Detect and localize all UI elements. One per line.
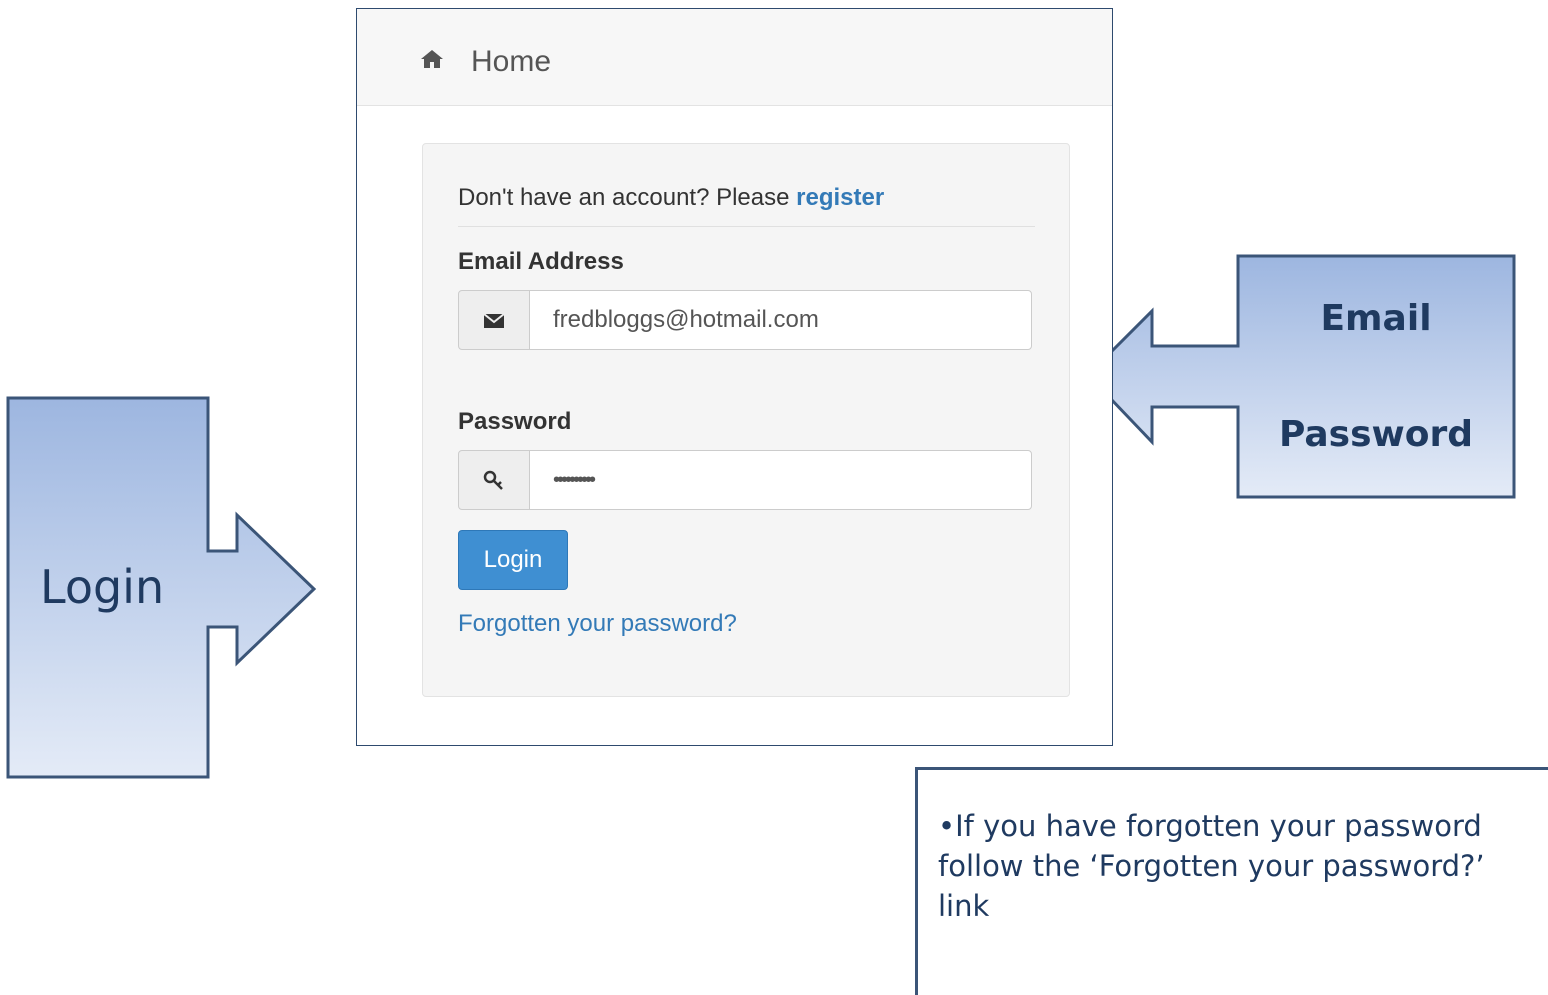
register-prompt-text: Don't have an account? Please <box>458 184 790 211</box>
password-input-group <box>458 450 1032 510</box>
register-link[interactable]: register <box>796 184 884 211</box>
email-input-group <box>458 290 1032 350</box>
email-addon <box>458 290 530 350</box>
top-navbar: Home <box>357 9 1112 106</box>
key-icon <box>483 470 503 490</box>
divider <box>458 226 1035 227</box>
email-callout-label: Email <box>1320 298 1432 339</box>
login-callout-label: Login <box>40 560 165 614</box>
home-icon <box>421 50 443 68</box>
password-label: Password <box>458 408 572 435</box>
password-field[interactable] <box>529 450 1032 510</box>
email-field[interactable] <box>529 290 1032 350</box>
forgot-password-link[interactable]: Forgotten your password? <box>458 610 737 638</box>
home-link[interactable]: Home <box>471 45 551 79</box>
envelope-icon <box>483 313 505 328</box>
email-password-callout-arrow <box>1085 254 1516 499</box>
email-label: Email Address <box>458 248 624 275</box>
register-prompt: Don't have an account? Please register <box>458 184 884 212</box>
login-screenshot: Home Don't have an account? Please regis… <box>356 8 1113 746</box>
login-button[interactable]: Login <box>458 530 568 590</box>
forgot-password-note-box: •If you have forgotten your password fol… <box>915 767 1548 995</box>
password-addon <box>458 450 530 510</box>
forgot-password-note: •If you have forgotten your password fol… <box>938 809 1485 923</box>
password-callout-label: Password <box>1278 414 1474 455</box>
login-panel: Don't have an account? Please register E… <box>422 143 1070 697</box>
